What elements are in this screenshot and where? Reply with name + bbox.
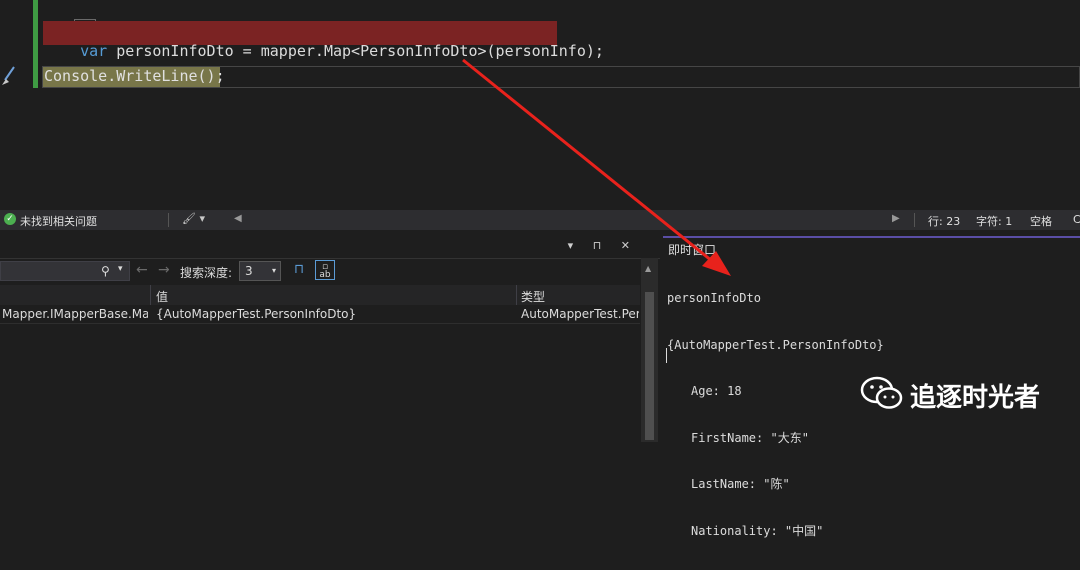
scroll-up-icon[interactable]: ▲: [645, 264, 651, 273]
output-line: Nationality: "中国": [691, 523, 824, 538]
output-line: FirstName: "大东": [691, 430, 809, 445]
search-depth-label: 搜索深度:: [180, 266, 233, 280]
whitespace-mode[interactable]: 空格: [1030, 213, 1052, 229]
search-input[interactable]: ⚲ ▾: [0, 261, 130, 281]
output-line: LastName: "陈": [691, 477, 790, 491]
immediate-window-title: 即时窗口: [668, 243, 717, 257]
check-icon: ✓: [4, 213, 16, 225]
scroll-right-icon[interactable]: ▶: [892, 213, 900, 224]
search-depth-select[interactable]: 3 ▾: [239, 261, 281, 281]
code-line-writeline[interactable]: Console.WriteLine();: [44, 67, 225, 85]
table-row[interactable]: Mapper.IMapperBase.Ma... {AutoMapperTest…: [0, 305, 640, 324]
map-statement: personInfoDto = mapper.Map<PersonInfoDto…: [107, 42, 604, 60]
cell-type: AutoMapperTest.Per...: [521, 307, 639, 321]
column-divider[interactable]: [150, 285, 151, 305]
quick-action-brush-icon[interactable]: [0, 63, 16, 89]
pin-icon[interactable]: ⊓: [294, 262, 304, 277]
scroll-left-icon[interactable]: ◀: [234, 213, 242, 224]
watch-grid-header: 值 类型: [0, 285, 640, 305]
immediate-output[interactable]: personInfoDto {AutoMapperTest.PersonInfo…: [667, 260, 884, 570]
chevron-down-icon: ▾: [271, 266, 276, 275]
column-divider[interactable]: [516, 285, 517, 305]
line-ending[interactable]: C: [1073, 213, 1080, 226]
code-cleanup-brush-icon[interactable]: 🖌 ▾: [182, 212, 205, 225]
editor-status-bar: ✓ 未找到相关问题 🖌 ▾ ◀ ▶ 行: 23 字符: 1 空格 C: [0, 210, 1080, 230]
watermark-text: 追逐时光者: [910, 383, 1041, 413]
wechat-logo-icon: [860, 376, 903, 409]
immediate-window-tab[interactable]: 即时窗口: [663, 236, 1080, 258]
watch-panel: ▾ ⊓ ✕ ⚲ ▾ ← → 搜索深度: 3 ▾ ⊓ ▫ ab 值 类型 Mappe…: [0, 236, 660, 442]
chevron-down-icon[interactable]: ▾: [118, 264, 123, 274]
vertical-scrollbar[interactable]: ▲: [641, 258, 658, 442]
column-header-value[interactable]: 值: [156, 288, 168, 305]
back-arrow-icon[interactable]: ←: [136, 262, 148, 278]
output-line: personInfoDto: [667, 291, 761, 305]
code-editor[interactable]: }; var personInfoDto = mapper.Map<Person…: [0, 0, 1080, 207]
search-icon[interactable]: ⚲: [101, 264, 110, 278]
line-number[interactable]: 行: 23: [928, 213, 960, 229]
issues-status[interactable]: 未找到相关问题: [20, 213, 97, 229]
divider: [168, 213, 169, 227]
watch-toolbar: ⚲ ▾ ← → 搜索深度: 3 ▾ ⊓ ▫ ab: [0, 258, 640, 284]
scrollbar-thumb[interactable]: [645, 292, 654, 440]
search-depth-value: 3: [245, 264, 253, 278]
column-header-type[interactable]: 类型: [521, 288, 545, 305]
cell-value: {AutoMapperTest.PersonInfoDto}: [156, 307, 357, 321]
cell-name: Mapper.IMapperBase.Ma...: [2, 307, 148, 321]
panel-window-controls[interactable]: ▾ ⊓ ✕: [568, 239, 638, 252]
forward-arrow-icon[interactable]: →: [158, 262, 170, 278]
column-number[interactable]: 字符: 1: [976, 213, 1012, 229]
output-line: Age: 18: [691, 384, 742, 398]
divider: [914, 213, 915, 227]
watch-title-bar: ▾ ⊓ ✕: [0, 236, 660, 259]
keyword-var: var: [80, 42, 108, 60]
hex-display-icon[interactable]: ▫ ab: [315, 260, 335, 280]
text-caret: [666, 348, 667, 363]
output-line: {AutoMapperTest.PersonInfoDto}: [667, 337, 884, 352]
